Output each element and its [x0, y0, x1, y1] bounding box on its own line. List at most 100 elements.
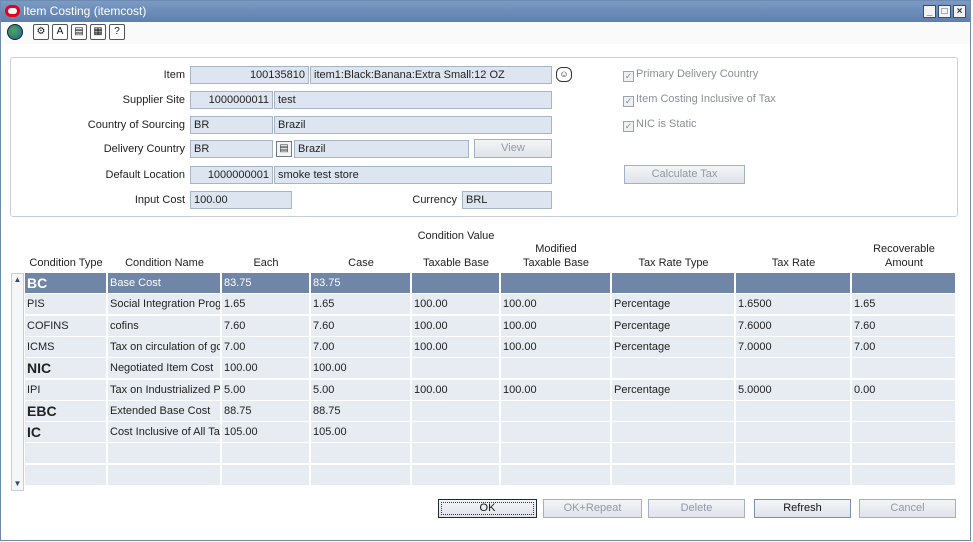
cell-case[interactable] — [311, 464, 411, 485]
cell-modified-taxable-base[interactable]: 100.00 — [501, 294, 611, 315]
cell-taxable-base[interactable]: 100.00 — [412, 379, 500, 400]
calculate-tax-button[interactable]: Calculate Tax — [624, 165, 745, 184]
cell-condition-type[interactable]: PIS — [25, 294, 107, 315]
cell-case[interactable] — [311, 443, 411, 464]
ok-repeat-button[interactable]: OK+Repeat — [543, 499, 642, 518]
cell-tax-rate[interactable]: 7.0000 — [736, 336, 851, 357]
cell-recoverable-amount[interactable] — [852, 400, 956, 421]
cell-case[interactable]: 7.60 — [311, 315, 411, 336]
delete-button[interactable]: Delete — [648, 499, 745, 518]
cell-tax-rate[interactable] — [736, 273, 851, 293]
cell-case[interactable]: 1.65 — [311, 294, 411, 315]
cell-recoverable-amount[interactable]: 0.00 — [852, 379, 956, 400]
cell-condition-type[interactable]: BC — [25, 273, 107, 293]
primary-delivery-country-checkbox[interactable]: ✓ Primary Delivery Country — [623, 68, 758, 82]
cell-modified-taxable-base[interactable] — [501, 464, 611, 485]
cell-condition-type[interactable]: COFINS — [25, 315, 107, 336]
cell-taxable-base[interactable] — [412, 422, 500, 443]
cell-tax-rate[interactable]: 5.0000 — [736, 379, 851, 400]
table-row[interactable]: PIS Social Integration Progr 1.65 1.65 100.0… — [25, 294, 956, 315]
cell-case[interactable]: 5.00 — [311, 379, 411, 400]
cell-condition-type[interactable]: ICMS — [25, 336, 107, 357]
supplier-site-id-field[interactable]: 1000000011 — [190, 91, 273, 109]
cell-case[interactable]: 88.75 — [311, 400, 411, 421]
cell-tax-rate[interactable]: 7.6000 — [736, 315, 851, 336]
list-of-values-icon[interactable]: ▤ — [276, 141, 292, 157]
cell-condition-type[interactable]: IPI — [25, 379, 107, 400]
country-of-sourcing-code-field[interactable]: BR — [190, 116, 273, 134]
item-description-field[interactable]: item1:Black:Banana:Extra Small:12 OZ — [310, 66, 552, 84]
clipboard-icon[interactable]: ▤ — [71, 24, 87, 40]
table-row[interactable]: IPI Tax on Industrialized Pr 5.00 5.00 100.0… — [25, 379, 956, 401]
cell-tax-rate[interactable] — [736, 443, 851, 464]
cell-modified-taxable-base[interactable]: 100.00 — [501, 379, 611, 400]
cell-condition-name[interactable]: Base Cost — [108, 273, 221, 293]
scroll-down-icon[interactable]: ▼ — [12, 478, 23, 490]
table-row[interactable] — [25, 464, 956, 486]
item-id-field[interactable]: 100135810 — [190, 66, 309, 84]
cell-tax-rate-type[interactable] — [612, 443, 735, 464]
cell-modified-taxable-base[interactable] — [501, 443, 611, 464]
document-icon[interactable]: ▦ — [90, 24, 106, 40]
cell-taxable-base[interactable] — [412, 443, 500, 464]
cell-taxable-base[interactable] — [412, 464, 500, 485]
cell-each[interactable] — [222, 464, 310, 485]
cell-tax-rate-type[interactable]: Percentage — [612, 379, 735, 400]
table-row[interactable]: ICMS Tax on circulation of gc 7.00 7.00 100.… — [25, 336, 956, 358]
maximize-icon[interactable]: □ — [938, 5, 951, 18]
cell-each[interactable]: 5.00 — [222, 379, 310, 400]
comment-icon[interactable]: ☺ — [556, 67, 572, 82]
cell-recoverable-amount[interactable] — [852, 358, 956, 379]
cell-taxable-base[interactable] — [412, 273, 500, 293]
cell-recoverable-amount[interactable]: 1.65 — [852, 294, 956, 315]
cell-condition-name[interactable] — [108, 443, 221, 464]
cell-condition-type[interactable]: EBC — [25, 400, 107, 421]
cancel-button[interactable]: Cancel — [859, 499, 956, 518]
cell-tax-rate-type[interactable]: Percentage — [612, 315, 735, 336]
cell-condition-name[interactable] — [108, 464, 221, 485]
cell-modified-taxable-base[interactable] — [501, 358, 611, 379]
cell-each[interactable]: 100.00 — [222, 358, 310, 379]
input-cost-field[interactable]: 100.00 — [190, 191, 292, 209]
cell-each[interactable]: 88.75 — [222, 400, 310, 421]
view-button[interactable]: View — [474, 139, 552, 158]
cell-condition-name[interactable]: Extended Base Cost — [108, 400, 221, 421]
cell-condition-name[interactable]: Social Integration Progr — [108, 294, 221, 315]
cell-modified-taxable-base[interactable] — [501, 273, 611, 293]
cell-recoverable-amount[interactable] — [852, 422, 956, 443]
cell-modified-taxable-base[interactable] — [501, 400, 611, 421]
cell-condition-name[interactable]: cofins — [108, 315, 221, 336]
cell-case[interactable]: 83.75 — [311, 273, 411, 293]
ok-button[interactable]: OK — [438, 499, 537, 518]
cell-recoverable-amount[interactable]: 7.60 — [852, 315, 956, 336]
cell-condition-type[interactable]: NIC — [25, 358, 107, 379]
scroll-up-icon[interactable]: ▲ — [12, 274, 23, 286]
cell-taxable-base[interactable]: 100.00 — [412, 294, 500, 315]
table-row[interactable] — [25, 443, 956, 464]
table-row[interactable]: EBC Extended Base Cost 88.75 88.75 — [25, 400, 956, 422]
item-costing-inclusive-checkbox[interactable]: ✓ Item Costing Inclusive of Tax — [623, 93, 776, 107]
cell-condition-name[interactable]: Tax on Industrialized Pr — [108, 379, 221, 400]
grid-scrollbar[interactable]: ▲ ▼ — [11, 273, 24, 491]
cell-condition-name[interactable]: Negotiated Item Cost — [108, 358, 221, 379]
delivery-country-code-field[interactable]: BR — [190, 140, 273, 158]
cell-modified-taxable-base[interactable]: 100.00 — [501, 336, 611, 357]
table-row[interactable]: BC Base Cost 83.75 83.75 — [25, 273, 956, 294]
cell-condition-type[interactable]: IC — [25, 422, 107, 443]
cell-tax-rate-type[interactable] — [612, 358, 735, 379]
minimize-icon[interactable]: _ — [923, 5, 936, 18]
default-location-id-field[interactable]: 1000000001 — [190, 166, 273, 184]
nic-is-static-checkbox[interactable]: ✓ NIC is Static — [623, 118, 697, 132]
cell-tax-rate[interactable] — [736, 464, 851, 485]
refresh-button[interactable]: Refresh — [754, 499, 851, 518]
cell-modified-taxable-base[interactable] — [501, 422, 611, 443]
close-icon[interactable]: × — [953, 5, 966, 18]
cell-tax-rate-type[interactable] — [612, 273, 735, 293]
cell-condition-name[interactable]: Cost Inclusive of All Ta — [108, 422, 221, 443]
cell-tax-rate[interactable] — [736, 422, 851, 443]
cell-case[interactable]: 100.00 — [311, 358, 411, 379]
cell-tax-rate[interactable] — [736, 400, 851, 421]
settings-icon[interactable]: ⚙ — [33, 24, 49, 40]
cell-tax-rate-type[interactable] — [612, 400, 735, 421]
cell-recoverable-amount[interactable]: 7.00 — [852, 336, 956, 357]
